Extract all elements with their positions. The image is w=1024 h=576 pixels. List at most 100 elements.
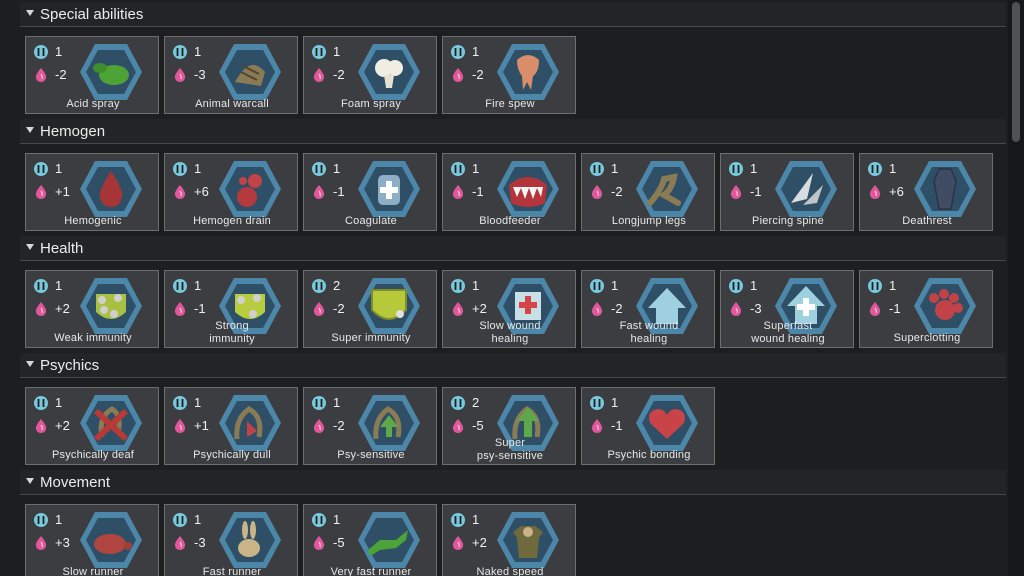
gene-card[interactable]: 1 -2 Psy-sensitive [303, 387, 437, 465]
section-header[interactable]: Psychics [20, 353, 1006, 378]
metabolism-icon [172, 301, 188, 317]
complexity-value: 1 [55, 161, 63, 176]
gene-card[interactable]: 1 +3 Slow runner [25, 504, 159, 576]
gene-label: Acid spray [66, 98, 120, 110]
gene-card[interactable]: 1 +1 Hemogenic [25, 153, 159, 231]
metabolism-icon [450, 67, 466, 83]
metabolism-stat: -2 [589, 184, 639, 200]
gene-card[interactable]: 1 -3 Animal warcall [164, 36, 298, 114]
metabolism-value: -2 [611, 184, 623, 199]
metabolism-value: -2 [472, 67, 484, 82]
complexity-value: 1 [333, 44, 341, 59]
scrollbar-thumb[interactable] [1012, 2, 1020, 142]
collapse-caret-icon[interactable] [26, 10, 34, 16]
metabolism-stat: -3 [172, 67, 222, 83]
complexity-value: 2 [472, 395, 480, 410]
complexity-stat: 1 [589, 395, 639, 411]
metabolism-stat: +2 [33, 418, 83, 434]
gene-label: Fast wound healing [582, 320, 716, 346]
psychically-dull-icon [217, 393, 283, 453]
complexity-icon [589, 395, 605, 411]
metabolism-icon [450, 184, 466, 200]
gene-label: Longjump legs [611, 215, 687, 227]
gene-card[interactable]: 1 -2 Fire spew [442, 36, 576, 114]
gene-card[interactable]: 2 -5 Super psy-sensitive [442, 387, 576, 465]
coagulate-hand-icon [356, 159, 422, 219]
gene-card[interactable]: 1 -2 Longjump legs [581, 153, 715, 231]
complexity-value: 1 [333, 161, 341, 176]
metabolism-icon [172, 418, 188, 434]
metabolism-icon [728, 184, 744, 200]
complexity-value: 1 [333, 395, 341, 410]
complexity-value: 1 [194, 395, 202, 410]
coffin-icon [912, 159, 978, 219]
gene-card[interactable]: 1 -1 Bloodfeeder [442, 153, 576, 231]
metabolism-stat: -2 [589, 301, 639, 317]
gene-label: Psy-sensitive [337, 449, 405, 461]
complexity-stat: 1 [33, 161, 83, 177]
gene-card[interactable]: 2 -2 Super immunity [303, 270, 437, 348]
complexity-icon [172, 161, 188, 177]
gene-card[interactable]: 1 -3 Fast runner [164, 504, 298, 576]
gene-card[interactable]: 1 +2 Naked speed [442, 504, 576, 576]
super-immunity-icon [356, 276, 422, 336]
complexity-stat: 1 [867, 278, 917, 294]
metabolism-stat: -2 [311, 418, 361, 434]
gene-card[interactable]: 1 -2 Foam spray [303, 36, 437, 114]
gene-card[interactable]: 1 -1 Piercing spine [720, 153, 854, 231]
metabolism-value: +2 [472, 535, 487, 550]
gene-card[interactable]: 1 -1 Coagulate [303, 153, 437, 231]
gene-label: Psychically deaf [51, 449, 135, 461]
metabolism-value: -3 [750, 301, 762, 316]
complexity-icon [589, 278, 605, 294]
gene-label: Fast runner [202, 566, 262, 576]
gene-card[interactable]: 1 +6 Deathrest [859, 153, 993, 231]
foam-spray-icon [356, 42, 422, 102]
gene-card[interactable]: 1 -2 Fast wound healing [581, 270, 715, 348]
gene-card[interactable]: 1 -2 Acid spray [25, 36, 159, 114]
gene-card[interactable]: 1 +2 Slow wound healing [442, 270, 576, 348]
complexity-value: 2 [333, 278, 341, 293]
metabolism-icon [311, 301, 327, 317]
collapse-caret-icon[interactable] [26, 244, 34, 250]
metabolism-value: -1 [333, 184, 345, 199]
weak-immunity-icon [78, 276, 144, 336]
complexity-value: 1 [55, 512, 63, 527]
section-header[interactable]: Hemogen [20, 119, 1006, 144]
section-header[interactable]: Special abilities [20, 2, 1006, 27]
gene-card[interactable]: 1 +2 Psychically deaf [25, 387, 159, 465]
metabolism-value: -2 [333, 418, 345, 433]
metabolism-value: -1 [889, 301, 901, 316]
scrollbar[interactable] [1008, 0, 1024, 576]
gene-card[interactable]: 1 -1 Psychic bonding [581, 387, 715, 465]
section-header[interactable]: Movement [20, 470, 1006, 495]
gene-card[interactable]: 1 +6 Hemogen drain [164, 153, 298, 231]
collapse-caret-icon[interactable] [26, 127, 34, 133]
gene-card[interactable]: 1 -1 Strong immunity [164, 270, 298, 348]
complexity-icon [450, 44, 466, 60]
gene-card[interactable]: 1 +2 Weak immunity [25, 270, 159, 348]
metabolism-value: -5 [472, 418, 484, 433]
complexity-icon [728, 278, 744, 294]
complexity-value: 1 [55, 395, 63, 410]
turtle-icon [78, 510, 144, 570]
gene-panel: Special abilities 1 -2 Acid spray 1 -3 Animal … [0, 0, 1008, 576]
complexity-icon [33, 44, 49, 60]
metabolism-value: +1 [55, 184, 70, 199]
metabolism-stat: -1 [311, 184, 361, 200]
gene-card[interactable]: 1 -3 Superfast wound healing [720, 270, 854, 348]
collapse-caret-icon[interactable] [26, 478, 34, 484]
gene-card[interactable]: 1 +1 Psychically dull [164, 387, 298, 465]
complexity-icon [311, 395, 327, 411]
acid-spray-icon [78, 42, 144, 102]
gene-card[interactable]: 1 -1 Superclotting [859, 270, 993, 348]
gene-card[interactable]: 1 -5 Very fast runner [303, 504, 437, 576]
metabolism-icon [172, 67, 188, 83]
section-title: Hemogen [40, 123, 106, 140]
collapse-caret-icon[interactable] [26, 361, 34, 367]
complexity-value: 1 [194, 161, 202, 176]
complexity-value: 1 [194, 512, 202, 527]
metabolism-stat: -3 [172, 535, 222, 551]
metabolism-icon [33, 184, 49, 200]
section-header[interactable]: Health [20, 236, 1006, 261]
